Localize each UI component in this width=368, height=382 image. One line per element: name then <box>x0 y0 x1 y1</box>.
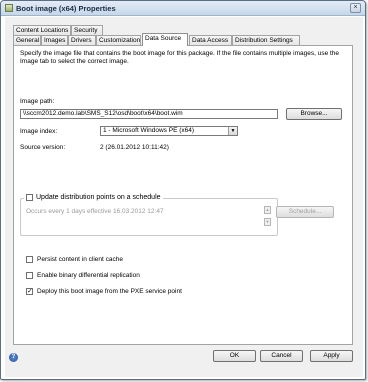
spin-down-icon[interactable]: ▼ <box>264 218 271 226</box>
boot-image-icon <box>5 4 13 12</box>
binary-replication-label: Enable binary differential replication <box>37 272 140 279</box>
tab-content-locations[interactable]: Content Locations <box>13 25 71 35</box>
title-bar[interactable]: Boot image (x64) Properties × <box>1 1 365 16</box>
persist-cache-row[interactable]: Persist content in client cache <box>26 256 123 263</box>
source-version-value: 2 (26.01.2012 10:11:42) <box>100 144 169 151</box>
tab-data-access[interactable]: Data Access <box>189 35 232 45</box>
binary-replication-row[interactable]: Enable binary differential replication <box>26 272 140 279</box>
data-source-panel: Specify the image file that contains the… <box>13 45 353 345</box>
tab-security[interactable]: Security <box>71 25 103 35</box>
spin-up-icon[interactable]: ▲ <box>264 206 271 214</box>
dialog-body: Content Locations Security General Image… <box>5 17 363 377</box>
image-index-value: 1 - Microsoft Windows PE (x64) <box>103 127 195 134</box>
schedule-occurs-text: Occurs every 1 days effective 16.03.2012… <box>26 208 164 215</box>
tab-general[interactable]: General <box>13 35 41 45</box>
tab-customization[interactable]: Customization <box>96 35 141 45</box>
close-button[interactable]: × <box>350 3 361 13</box>
pxe-deploy-checkbox[interactable] <box>26 287 33 295</box>
persist-cache-label: Persist content in client cache <box>37 256 123 263</box>
chevron-down-icon[interactable]: ▼ <box>228 127 237 135</box>
schedule-checkbox[interactable] <box>26 194 33 201</box>
pxe-deploy-row[interactable]: Deploy this boot image from the PXE serv… <box>26 287 182 295</box>
tab-distribution-settings[interactable]: Distribution Settings <box>232 35 300 45</box>
persist-cache-checkbox[interactable] <box>26 256 33 263</box>
schedule-button[interactable]: Schedule... <box>276 206 334 218</box>
schedule-checkbox-row[interactable]: Update distribution points on a schedule <box>24 194 163 201</box>
image-path-label: Image path: <box>20 98 55 105</box>
pxe-deploy-label: Deploy this boot image from the PXE serv… <box>37 288 182 295</box>
schedule-checkbox-label: Update distribution points on a schedule <box>36 194 161 201</box>
image-path-input[interactable]: \\sccm2012.demo.lab\SMS_S12\osd\boot\x64… <box>20 109 278 119</box>
apply-button[interactable]: Apply <box>310 350 353 362</box>
properties-dialog: Boot image (x64) Properties × Content Lo… <box>0 0 366 380</box>
binary-replication-checkbox[interactable] <box>26 272 33 279</box>
ok-button[interactable]: OK <box>213 350 256 362</box>
help-icon[interactable]: ? <box>9 353 18 362</box>
image-index-select[interactable]: 1 - Microsoft Windows PE (x64) ▼ <box>100 126 238 136</box>
window-title: Boot image (x64) Properties <box>16 4 116 13</box>
tab-images[interactable]: Images <box>41 35 68 45</box>
image-index-label: Image index: <box>20 128 58 135</box>
schedule-group <box>20 198 278 236</box>
cancel-button[interactable]: Cancel <box>260 350 303 362</box>
browse-button[interactable]: Browse... <box>286 108 342 120</box>
tab-data-source[interactable]: Data Source <box>142 33 188 46</box>
tab-drivers[interactable]: Drivers <box>68 35 96 45</box>
description-text: Specify the image file that contains the… <box>20 50 340 65</box>
source-version-label: Source version: <box>20 144 66 151</box>
